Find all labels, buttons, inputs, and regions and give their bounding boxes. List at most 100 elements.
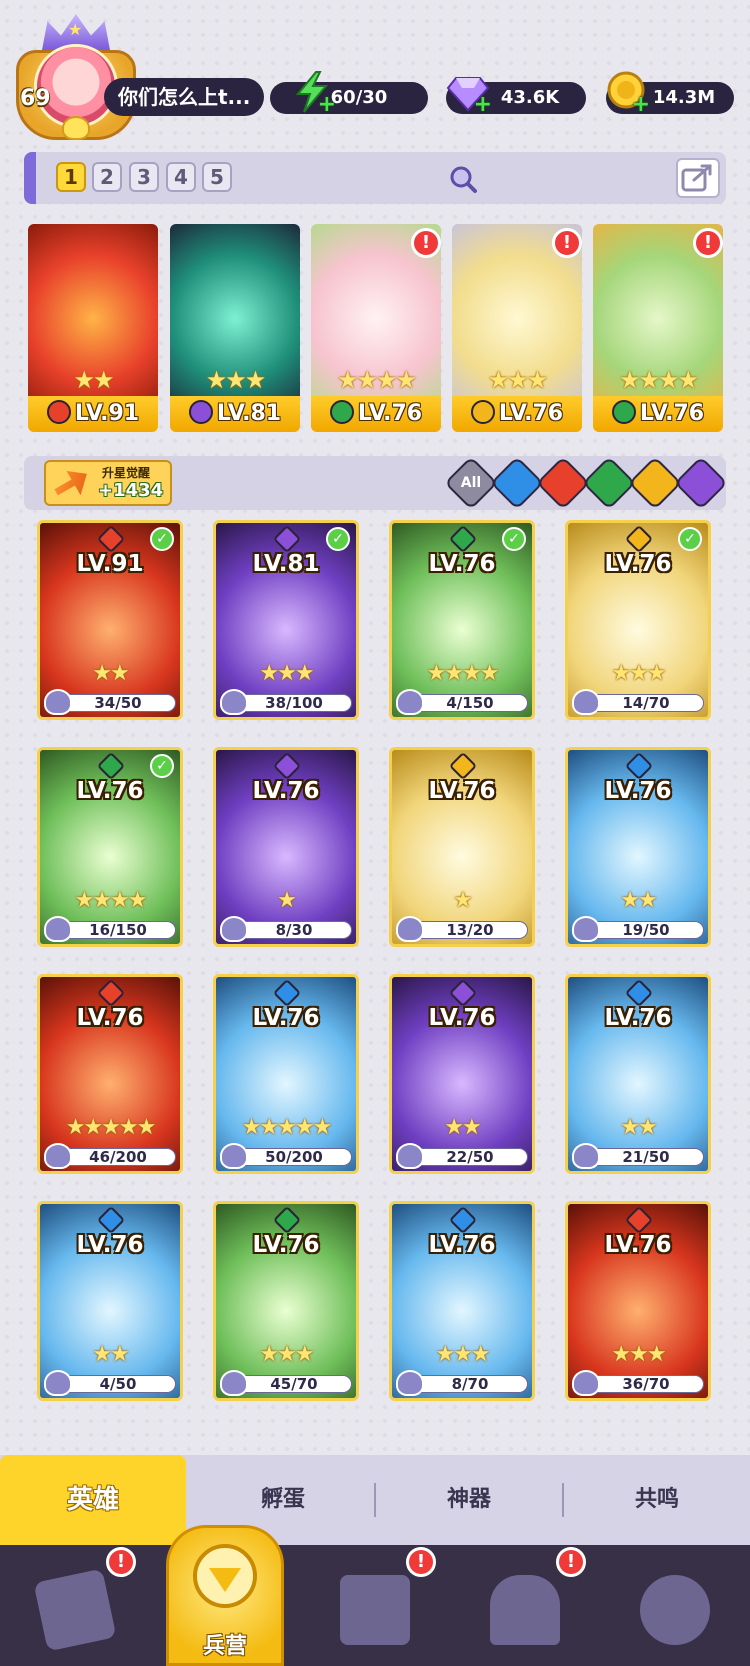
checkmark-icon: ✓ bbox=[502, 527, 526, 551]
hero-card[interactable]: LV.76 ★★ 19/50 bbox=[565, 747, 711, 947]
shard-progress: 38/100 bbox=[236, 694, 352, 712]
star-rating: ★★★ bbox=[611, 1342, 666, 1367]
add-gold-icon[interactable]: + bbox=[632, 94, 650, 116]
tab-heroes[interactable]: 英雄 bbox=[0, 1455, 186, 1545]
star-rating: ★★★ bbox=[487, 366, 549, 394]
team-level: LV.76 bbox=[639, 401, 705, 426]
checkmark-icon: ✓ bbox=[678, 527, 702, 551]
hero-level: LV.76 bbox=[428, 1232, 496, 1258]
star-rating: ★★★★★ bbox=[65, 1115, 157, 1140]
category-tabs: 英雄 孵蛋 神器 共鸣 bbox=[0, 1455, 750, 1545]
team-level-bar: LV.76 bbox=[593, 396, 723, 432]
star-rating: ★★ bbox=[444, 1115, 481, 1140]
hero-card[interactable]: LV.76 ★★★ 8/70 bbox=[389, 1201, 535, 1401]
nav-cards[interactable]: ! bbox=[0, 1545, 150, 1666]
star-rating: ★ bbox=[453, 888, 473, 913]
team-selector: 1 2 3 4 5 bbox=[24, 152, 726, 204]
hero-card[interactable]: LV.76 ★★ 4/50 bbox=[37, 1201, 183, 1401]
team-slot-1[interactable]: ★★ LV.91 bbox=[28, 224, 158, 432]
team-slot-4[interactable]: ★★★ LV.76 ! bbox=[452, 224, 582, 432]
hero-card[interactable]: LV.76 ★★ 21/50 bbox=[565, 974, 711, 1174]
alert-icon: ! bbox=[693, 228, 723, 258]
team-slot-2[interactable]: ★★★ LV.81 bbox=[170, 224, 300, 432]
shard-progress: 19/50 bbox=[588, 921, 704, 939]
team-slot-3[interactable]: ★★★★ LV.76 ! bbox=[311, 224, 441, 432]
shard-icon bbox=[572, 1143, 600, 1169]
star-rating: ★★ bbox=[620, 1115, 657, 1140]
map-icon bbox=[340, 1575, 410, 1645]
filter-light-icon[interactable] bbox=[628, 456, 682, 510]
filter-water-icon[interactable] bbox=[490, 456, 544, 510]
nav-shop[interactable]: ! bbox=[450, 1545, 600, 1666]
team-slot-5[interactable]: ★★★★ LV.76 ! bbox=[593, 224, 723, 432]
shard-progress: 45/70 bbox=[236, 1375, 352, 1393]
gem-value: 43.6K bbox=[500, 87, 560, 108]
filter-fire-icon[interactable] bbox=[536, 456, 590, 510]
shard-icon bbox=[220, 1143, 248, 1169]
search-icon[interactable] bbox=[448, 164, 478, 194]
shard-progress: 14/70 bbox=[588, 694, 704, 712]
shard-icon bbox=[396, 1143, 424, 1169]
add-gems-icon[interactable]: + bbox=[474, 94, 492, 116]
checkmark-icon: ✓ bbox=[150, 754, 174, 778]
star-rating: ★★★ bbox=[611, 661, 666, 686]
hero-card[interactable]: ✓ LV.81 ★★★ 38/100 bbox=[213, 520, 359, 720]
diamond-icon: + bbox=[446, 70, 492, 116]
star-rating: ★ bbox=[277, 888, 297, 913]
team-tab-4[interactable]: 4 bbox=[166, 162, 196, 192]
shard-icon bbox=[572, 1370, 600, 1396]
hero-card[interactable]: LV.76 ★★★★★ 50/200 bbox=[213, 974, 359, 1174]
shard-icon bbox=[220, 689, 248, 715]
player-name[interactable]: 你们怎么上t... bbox=[104, 78, 264, 116]
team-tab-3[interactable]: 3 bbox=[129, 162, 159, 192]
shard-progress: 36/70 bbox=[588, 1375, 704, 1393]
team-level: LV.76 bbox=[357, 401, 423, 426]
shard-progress: 34/50 bbox=[60, 694, 176, 712]
nav-map[interactable]: ! bbox=[300, 1545, 450, 1666]
hero-card[interactable]: LV.76 ★ 13/20 bbox=[389, 747, 535, 947]
hero-card[interactable]: LV.76 ★ 8/30 bbox=[213, 747, 359, 947]
coin-icon: + bbox=[604, 70, 650, 116]
hero-level: LV.76 bbox=[604, 551, 672, 577]
tab-resonance[interactable]: 共鸣 bbox=[564, 1455, 750, 1545]
star-rating: ★★ bbox=[92, 1342, 129, 1367]
add-energy-icon[interactable]: + bbox=[318, 94, 336, 116]
hero-card[interactable]: ✓ LV.76 ★★★★ 4/150 bbox=[389, 520, 535, 720]
dark-element-icon bbox=[188, 400, 213, 424]
hero-level: LV.76 bbox=[76, 1232, 144, 1258]
hero-card[interactable]: LV.76 ★★ 22/50 bbox=[389, 974, 535, 1174]
hero-card[interactable]: LV.76 ★★★ 45/70 bbox=[213, 1201, 359, 1401]
tab-artifacts[interactable]: 神器 bbox=[376, 1455, 562, 1545]
lightning-icon: + bbox=[290, 70, 336, 116]
shard-progress: 50/200 bbox=[236, 1148, 352, 1166]
hero-card[interactable]: LV.76 ★★★ 36/70 bbox=[565, 1201, 711, 1401]
hero-level: LV.76 bbox=[428, 778, 496, 804]
team-tab-5[interactable]: 5 bbox=[202, 162, 232, 192]
hero-level: LV.76 bbox=[604, 1005, 672, 1031]
star-rating: ★★★ bbox=[435, 1342, 490, 1367]
team-tab-2[interactable]: 2 bbox=[92, 162, 122, 192]
rank-gem-icon bbox=[62, 116, 90, 140]
filter-nature-icon[interactable] bbox=[582, 456, 636, 510]
team-level-bar: LV.81 bbox=[170, 396, 300, 432]
filter-dark-icon[interactable] bbox=[674, 456, 728, 510]
hero-level: LV.76 bbox=[604, 1232, 672, 1258]
barracks-icon bbox=[193, 1544, 257, 1608]
player-level: 69 bbox=[20, 86, 51, 111]
star-rating: ★★★ bbox=[205, 366, 267, 394]
hero-card[interactable]: ✓ LV.91 ★★ 34/50 bbox=[37, 520, 183, 720]
alert-icon: ! bbox=[552, 228, 582, 258]
filter-all[interactable]: All bbox=[444, 456, 498, 510]
hero-card[interactable]: LV.76 ★★★★★ 46/200 bbox=[37, 974, 183, 1174]
shard-icon bbox=[44, 689, 72, 715]
nav-guild[interactable] bbox=[600, 1545, 750, 1666]
team-tab-1[interactable]: 1 bbox=[56, 162, 86, 192]
hero-card[interactable]: ✓ LV.76 ★★★ 14/70 bbox=[565, 520, 711, 720]
team-level: LV.76 bbox=[498, 401, 564, 426]
share-icon[interactable] bbox=[676, 158, 720, 198]
shard-icon bbox=[396, 916, 424, 942]
hero-card[interactable]: ✓ LV.76 ★★★★ 16/150 bbox=[37, 747, 183, 947]
shard-icon bbox=[396, 1370, 424, 1396]
nature-element-icon bbox=[329, 400, 354, 424]
awaken-button[interactable]: 升星觉醒 +1434 bbox=[44, 460, 172, 506]
